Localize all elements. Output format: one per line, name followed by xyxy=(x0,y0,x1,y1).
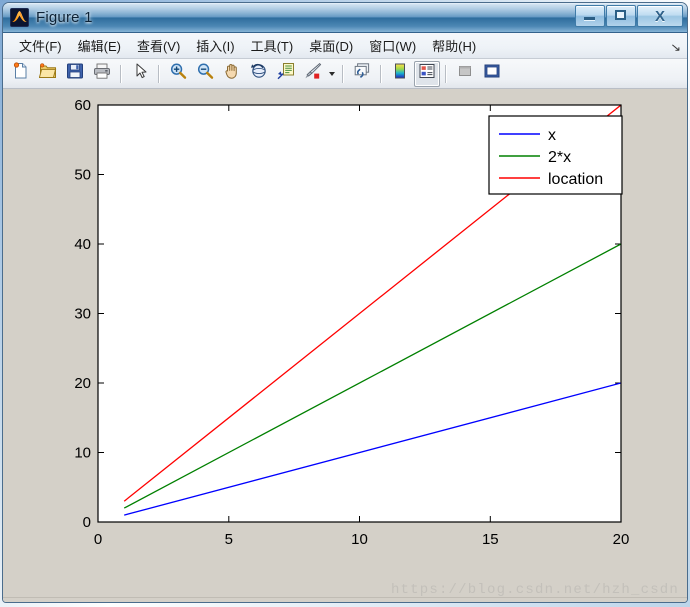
separator-4 xyxy=(380,64,382,83)
hide-plot-tools-button[interactable] xyxy=(479,61,505,87)
new-figure-button[interactable] xyxy=(8,61,34,87)
y-tick-label: 40 xyxy=(74,236,91,253)
brush-button[interactable] xyxy=(300,61,326,87)
menu-overflow-arrow-icon[interactable]: ↘ xyxy=(670,41,681,54)
hand-icon xyxy=(223,62,241,85)
brush-dropdown-caret-icon[interactable] xyxy=(327,62,337,86)
plot-browser-button[interactable] xyxy=(414,60,440,87)
printer-icon xyxy=(93,62,111,85)
x-tick-label: 5 xyxy=(225,531,233,548)
menu-view[interactable]: 查看(V) xyxy=(129,33,188,58)
maximize-button[interactable] xyxy=(606,5,636,27)
window-panel-icon xyxy=(483,62,501,85)
close-icon: X xyxy=(654,7,665,25)
menu-tools[interactable]: 工具(T) xyxy=(243,33,302,58)
save-figure-button[interactable] xyxy=(62,61,88,87)
magnifier-plus-icon xyxy=(169,62,187,85)
pan-button[interactable] xyxy=(219,61,245,87)
link-plot-icon xyxy=(353,62,371,85)
minimize-button[interactable] xyxy=(575,5,605,27)
menu-file[interactable]: 文件(F) xyxy=(11,33,70,58)
close-button[interactable]: X xyxy=(637,5,683,27)
menu-window[interactable]: 窗口(W) xyxy=(361,33,424,58)
menu-help[interactable]: 帮助(H) xyxy=(424,33,484,58)
y-tick-label: 30 xyxy=(74,306,91,323)
y-tick-label: 0 xyxy=(83,514,91,531)
x-tick-label: 20 xyxy=(613,531,630,548)
legend[interactable]: x 2*x location xyxy=(488,115,623,195)
link-plot-button[interactable] xyxy=(349,61,375,87)
separator-1 xyxy=(120,64,122,83)
legend-label-location: location xyxy=(548,171,603,188)
maximize-icon xyxy=(615,10,626,20)
menu-bar: 文件(F) 编辑(E) 查看(V) 插入(I) 工具(T) 桌面(D) 窗口(W… xyxy=(3,33,687,59)
plot-browser-icon xyxy=(418,62,436,85)
x-tick-label: 0 xyxy=(94,531,102,548)
watermark: https://blog.csdn.net/hzh_csdn xyxy=(390,582,679,598)
legend-label-x: x xyxy=(548,127,556,144)
zoom-in-button[interactable] xyxy=(165,61,191,87)
print-figure-button[interactable] xyxy=(89,61,115,87)
brush-icon xyxy=(304,62,322,85)
separator-2 xyxy=(158,64,160,83)
open-folder-icon xyxy=(38,62,57,85)
y-tick-label: 10 xyxy=(74,445,91,462)
arrow-pointer-icon xyxy=(131,62,149,85)
open-file-button[interactable] xyxy=(35,61,61,87)
floppy-save-icon xyxy=(66,62,84,85)
property-editor-button[interactable] xyxy=(452,61,478,87)
magnifier-minus-icon xyxy=(196,62,214,85)
rotate-3d-icon xyxy=(250,62,268,85)
menu-desktop[interactable]: 桌面(D) xyxy=(301,33,361,58)
menu-edit[interactable]: 编辑(E) xyxy=(70,33,129,58)
edit-plot-button[interactable] xyxy=(127,61,153,87)
x-tick-label: 10 xyxy=(351,531,368,548)
new-figure-icon xyxy=(12,62,30,85)
rotate-3d-button[interactable] xyxy=(246,61,272,87)
menu-insert[interactable]: 插入(I) xyxy=(188,33,242,58)
data-cursor-icon xyxy=(277,62,295,85)
x-tick-label: 15 xyxy=(482,531,499,548)
plot-axes[interactable]: 60 50 40 30 20 10 0 0 5 10 15 20 x 2*x l… xyxy=(3,89,687,602)
y-tick-label: 60 xyxy=(74,97,91,114)
title-bar[interactable]: Figure 1 X xyxy=(3,3,687,33)
matlab-membrane-icon xyxy=(10,8,29,27)
figure-canvas[interactable]: 60 50 40 30 20 10 0 0 5 10 15 20 x 2*x l… xyxy=(3,89,687,602)
separator-5 xyxy=(445,64,447,83)
color-palette-icon xyxy=(391,62,409,85)
window-title: Figure 1 xyxy=(36,9,93,26)
zoom-out-button[interactable] xyxy=(192,61,218,87)
y-tick-label: 20 xyxy=(74,375,91,392)
separator-3 xyxy=(342,64,344,83)
window-controls: X xyxy=(574,5,683,27)
data-cursor-button[interactable] xyxy=(273,61,299,87)
y-tick-label: 50 xyxy=(74,167,91,184)
grey-square-icon xyxy=(456,62,474,85)
legend-label-2x: 2*x xyxy=(548,149,571,166)
minimize-icon xyxy=(584,17,595,21)
figure-palette-button[interactable] xyxy=(387,61,413,87)
figure-window: Figure 1 X 文件(F) 编辑(E) 查看(V) 插入(I) 工具(T)… xyxy=(2,2,688,603)
toolbar xyxy=(3,59,687,89)
status-strip xyxy=(3,597,687,602)
